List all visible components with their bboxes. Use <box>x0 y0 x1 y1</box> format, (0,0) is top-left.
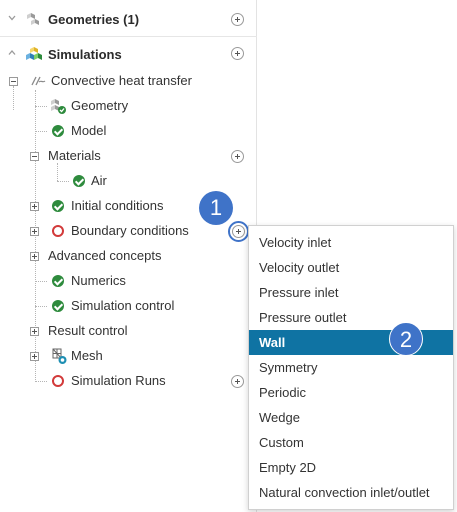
expand-toggle[interactable] <box>30 202 39 211</box>
simulations-label: Simulations <box>48 47 122 62</box>
tree-node-boundary-conditions[interactable]: Boundary conditions <box>71 223 189 238</box>
add-material-icon[interactable] <box>231 150 244 163</box>
tree-connector <box>35 381 47 382</box>
geometry-cubes-icon <box>27 13 39 25</box>
tree-node-result-control[interactable]: Result control <box>48 323 127 338</box>
expand-toggle[interactable] <box>30 252 39 261</box>
tree-connector <box>13 86 14 110</box>
tree-node-simulation-control[interactable]: Simulation control <box>71 298 174 313</box>
collapse-toggle[interactable] <box>30 152 39 161</box>
tree-node-geometry[interactable]: Geometry <box>71 98 128 113</box>
tree-connector <box>35 281 47 282</box>
check-circle-icon <box>52 200 64 212</box>
error-circle-icon <box>52 225 64 237</box>
check-circle-icon <box>52 275 64 287</box>
menu-item-pressure-inlet[interactable]: Pressure inlet <box>249 280 453 305</box>
check-circle-icon <box>52 125 64 137</box>
heat-transfer-icon <box>31 76 46 86</box>
tree-connector <box>35 131 47 132</box>
tree-node-mesh[interactable]: Mesh <box>71 348 103 363</box>
check-circle-icon <box>52 300 64 312</box>
tree-node-numerics[interactable]: Numerics <box>71 273 126 288</box>
tree-connector <box>35 90 36 382</box>
tree-node-model[interactable]: Model <box>71 123 106 138</box>
simulations-section-header[interactable]: Simulations <box>0 37 257 71</box>
chevron-down-icon[interactable] <box>7 13 17 23</box>
tree-node-air[interactable]: Air <box>91 173 107 188</box>
chevron-up-icon[interactable] <box>7 48 17 58</box>
add-simulation-run-icon[interactable] <box>231 375 244 388</box>
geometries-section-header[interactable]: Geometries (1) <box>0 2 257 36</box>
menu-item-natural-convection-inlet-outlet[interactable]: Natural convection inlet/outlet <box>249 480 453 505</box>
add-geometry-icon[interactable] <box>231 13 244 26</box>
tree-connector <box>57 163 58 181</box>
tree-connector <box>57 181 69 182</box>
expand-toggle[interactable] <box>30 327 39 336</box>
collapse-toggle[interactable] <box>9 77 18 86</box>
tree-node-convective-heat-transfer[interactable]: Convective heat transfer <box>51 73 192 88</box>
tree-connector <box>35 306 47 307</box>
add-boundary-condition-icon[interactable] <box>232 225 245 238</box>
menu-item-wedge[interactable]: Wedge <box>249 405 453 430</box>
menu-item-empty-2d[interactable]: Empty 2D <box>249 455 453 480</box>
tree-node-materials[interactable]: Materials <box>48 148 101 163</box>
boundary-condition-context-menu: Velocity inlet Velocity outlet Pressure … <box>248 225 454 510</box>
error-circle-icon <box>52 375 64 387</box>
geometry-status-icon <box>51 99 66 114</box>
mesh-icon <box>52 348 67 364</box>
expand-toggle[interactable] <box>30 227 39 236</box>
check-circle-icon <box>73 175 85 187</box>
expand-toggle[interactable] <box>30 352 39 361</box>
geometries-label: Geometries (1) <box>48 12 140 27</box>
menu-item-custom[interactable]: Custom <box>249 430 453 455</box>
tree-connector <box>35 106 47 107</box>
simulation-tree-panel: Geometries (1) Simulations Convective he… <box>0 0 257 512</box>
menu-item-pressure-outlet[interactable]: Pressure outlet <box>249 305 453 330</box>
menu-item-periodic[interactable]: Periodic <box>249 380 453 405</box>
menu-item-symmetry[interactable]: Symmetry <box>249 355 453 380</box>
tree-node-initial-conditions[interactable]: Initial conditions <box>71 198 164 213</box>
menu-item-velocity-outlet[interactable]: Velocity outlet <box>249 255 453 280</box>
tree-node-advanced-concepts[interactable]: Advanced concepts <box>48 248 161 263</box>
step-1-callout: 1 <box>199 191 233 225</box>
tree-node-simulation-runs[interactable]: Simulation Runs <box>71 373 166 388</box>
step-2-callout: 2 <box>389 322 423 356</box>
add-simulation-icon[interactable] <box>231 47 244 60</box>
simulation-cubes-icon <box>26 47 42 60</box>
menu-item-velocity-inlet[interactable]: Velocity inlet <box>249 230 453 255</box>
